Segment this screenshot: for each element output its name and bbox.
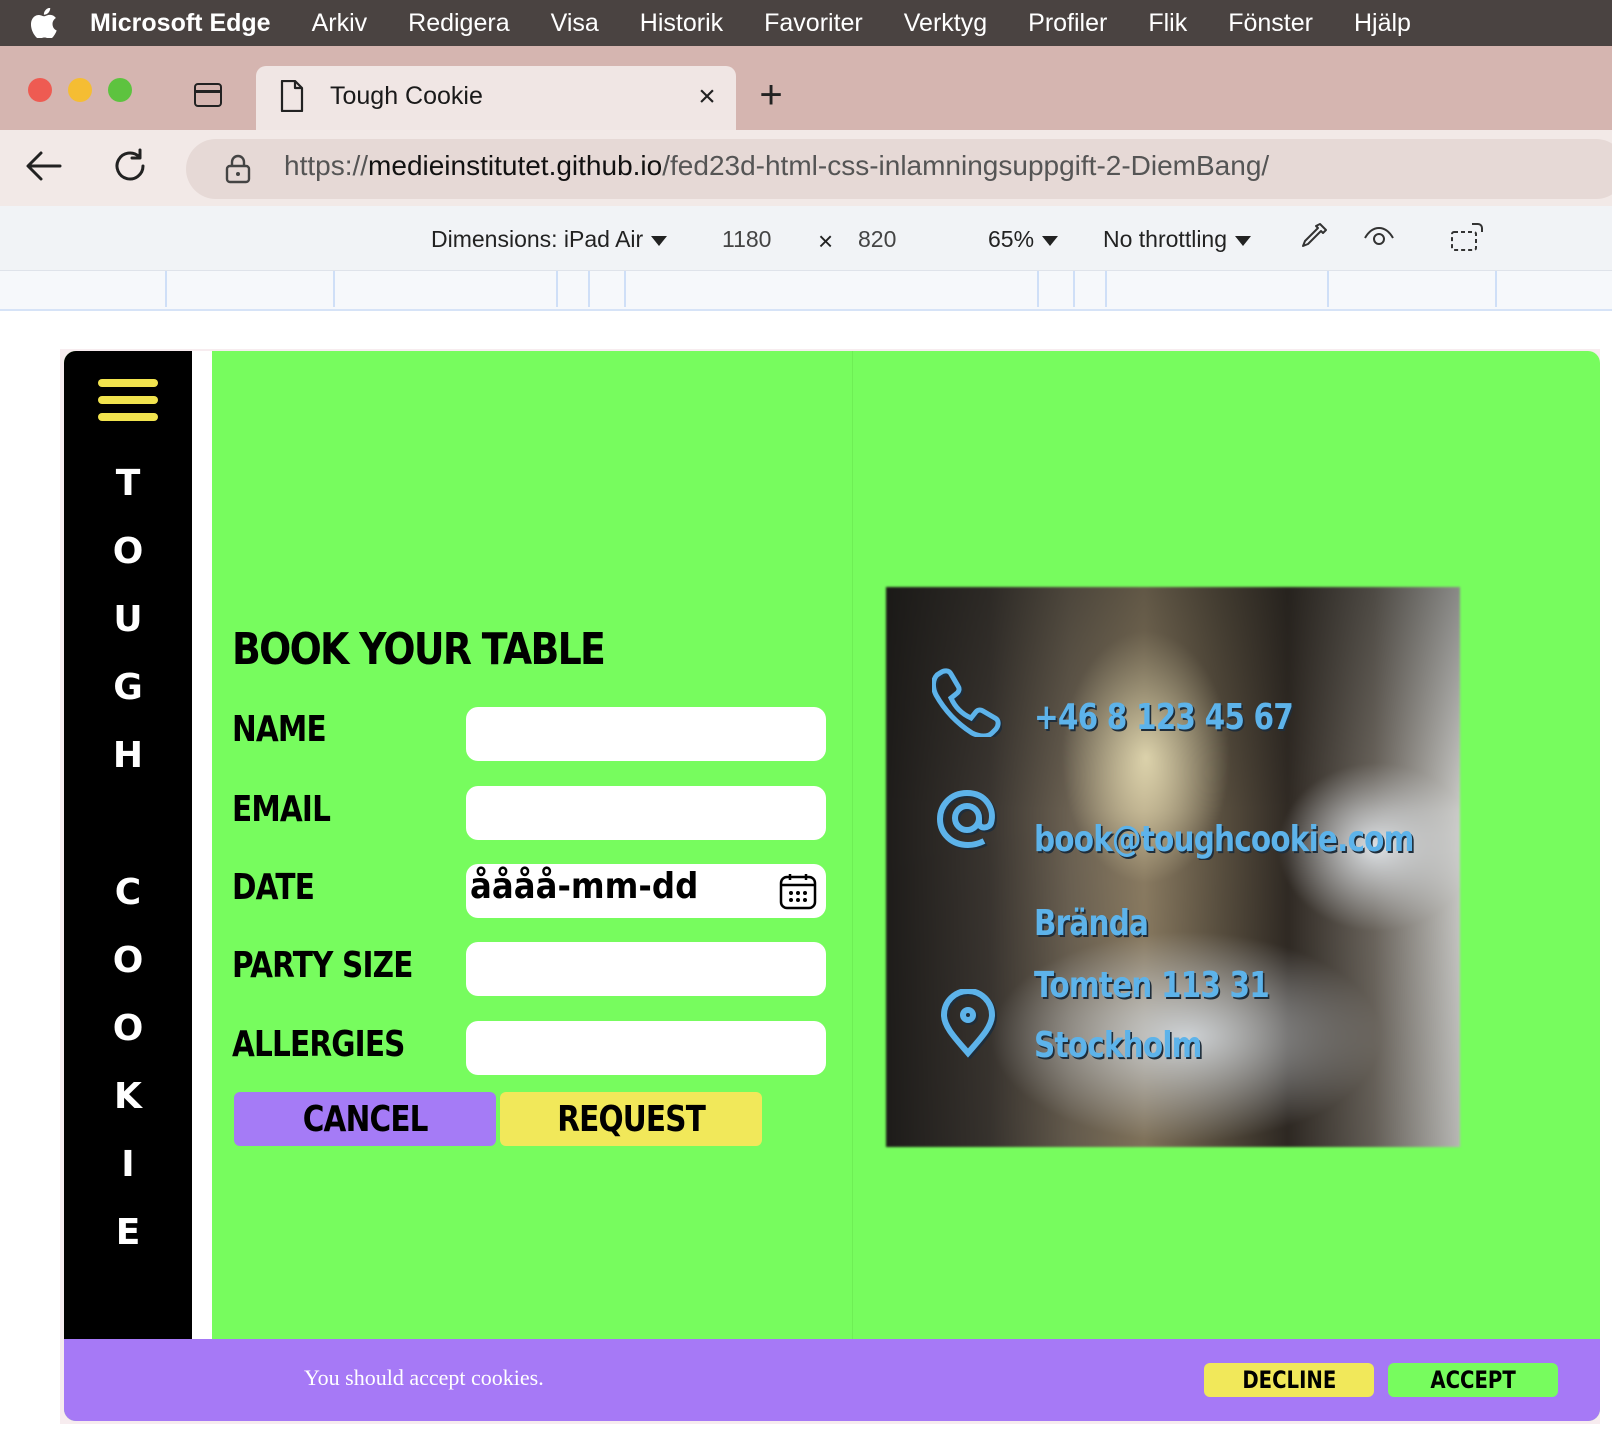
- back-arrow-icon[interactable]: [24, 146, 64, 186]
- address-line-3: Stockholm: [1034, 1025, 1202, 1066]
- accept-label: ACCEPT: [1430, 1366, 1516, 1394]
- sidebar-toggle-icon[interactable]: [194, 83, 222, 107]
- height-input[interactable]: 820: [858, 226, 896, 253]
- reload-icon[interactable]: [110, 146, 150, 186]
- close-window-button[interactable]: [28, 78, 52, 102]
- brand-sidebar: T O U G H C O O K I E: [64, 351, 192, 1339]
- decline-label: DECLINE: [1241, 1366, 1336, 1394]
- caret-down-icon: [1235, 235, 1252, 246]
- email-label: EMAIL: [232, 789, 331, 830]
- menu-historik[interactable]: Historik: [640, 9, 723, 38]
- menu-hjalp[interactable]: Hjälp: [1354, 9, 1411, 38]
- url-host: medieinstitutet.github.io: [368, 150, 663, 181]
- menu-app-name[interactable]: Microsoft Edge: [90, 9, 271, 38]
- dimension-times: ×: [818, 226, 834, 256]
- cancel-button-label: CANCEL: [302, 1098, 429, 1140]
- name-label: NAME: [232, 709, 327, 750]
- hamburger-menu-icon[interactable]: [98, 379, 158, 425]
- menu-arkiv[interactable]: Arkiv: [312, 9, 368, 38]
- throttling-label: No throttling: [1103, 226, 1228, 252]
- url-prefix: https://: [284, 150, 369, 181]
- at-sign-icon: [936, 789, 997, 851]
- zoom-dropdown[interactable]: 65%: [988, 226, 1059, 253]
- contact-phone[interactable]: +46 8 123 45 67: [1034, 697, 1294, 738]
- menu-flik[interactable]: Flik: [1148, 9, 1187, 38]
- location-pin-icon: [940, 989, 998, 1059]
- brand-letter: H: [112, 735, 144, 776]
- brand-letter: T: [115, 463, 141, 504]
- decline-cookies-button[interactable]: DECLINE: [1204, 1363, 1374, 1397]
- caret-down-icon: [651, 235, 668, 246]
- caret-down-icon: [1042, 235, 1059, 246]
- allergies-label: ALLERGIES: [232, 1024, 405, 1065]
- allergies-field[interactable]: [466, 1021, 826, 1075]
- date-label: DATE: [232, 867, 315, 908]
- url-text[interactable]: https://medieinstitutet.github.io/fed23d…: [284, 150, 1269, 182]
- brand-letter: C: [114, 872, 142, 913]
- dimensions-label: Dimensions: iPad Air: [431, 226, 644, 252]
- cookie-message: You should accept cookies.: [304, 1365, 544, 1390]
- accept-cookies-button[interactable]: ACCEPT: [1388, 1363, 1558, 1397]
- column-divider: [852, 351, 853, 1339]
- phone-icon: [932, 668, 1002, 737]
- zoom-label: 65%: [988, 226, 1035, 252]
- rotate-device-icon[interactable]: [1450, 220, 1484, 254]
- close-tab-icon[interactable]: ×: [692, 82, 722, 112]
- email-field[interactable]: [466, 786, 826, 840]
- name-field[interactable]: [466, 707, 826, 761]
- address-line-1: Brända: [1034, 903, 1149, 944]
- tough-cookie-page: T O U G H C O O K I E BOOK YOUR TABLE NA…: [64, 351, 1600, 1421]
- apple-logo-icon[interactable]: [24, 0, 64, 46]
- new-tab-icon[interactable]: +: [754, 75, 788, 115]
- calendar-icon[interactable]: [778, 871, 818, 911]
- contact-email[interactable]: book@toughcookie.com: [1034, 819, 1414, 860]
- page-title: BOOK YOUR TABLE: [232, 624, 606, 675]
- party-size-label: PARTY SIZE: [232, 945, 413, 986]
- address-line-2: Tomten 113 31: [1034, 965, 1270, 1006]
- url-path: /fed23d-html-css-inlamningsuppgift-2-Die…: [662, 150, 1270, 181]
- cancel-button[interactable]: CANCEL: [234, 1092, 496, 1146]
- lock-icon[interactable]: [224, 154, 252, 184]
- menu-favoriter[interactable]: Favoriter: [764, 9, 863, 38]
- eye-icon[interactable]: [1362, 220, 1396, 254]
- width-input[interactable]: 1180: [722, 226, 771, 253]
- eyedropper-icon[interactable]: [1296, 220, 1330, 254]
- party-size-field[interactable]: [466, 942, 826, 996]
- dimensions-dropdown[interactable]: Dimensions: iPad Air: [431, 226, 668, 253]
- brand-letter: G: [113, 667, 143, 708]
- tab-tough-cookie[interactable]: Tough Cookie ×: [256, 66, 736, 130]
- menu-visa[interactable]: Visa: [551, 9, 599, 38]
- tab-title: Tough Cookie: [330, 82, 483, 110]
- menu-fonster[interactable]: Fönster: [1228, 9, 1313, 38]
- maximize-window-button[interactable]: [108, 78, 132, 102]
- document-icon: [280, 80, 304, 112]
- sidebar-edge: [192, 351, 212, 1339]
- minimize-window-button[interactable]: [68, 78, 92, 102]
- menu-profiler[interactable]: Profiler: [1028, 9, 1107, 38]
- cookie-banner: You should accept cookies. DECLINE ACCEP…: [64, 1339, 1600, 1421]
- menu-redigera[interactable]: Redigera: [408, 9, 509, 38]
- menu-verktyg[interactable]: Verktyg: [904, 9, 987, 38]
- brand-letter: E: [115, 1212, 141, 1253]
- brand-letter: U: [113, 599, 143, 640]
- brand-letter: O: [112, 1008, 144, 1049]
- tab-strip: [0, 46, 1612, 130]
- date-placeholder: åååå-mm-dd: [470, 866, 699, 907]
- brand-letter: I: [121, 1144, 135, 1185]
- request-button-label: REQUEST: [557, 1098, 706, 1140]
- request-button[interactable]: REQUEST: [500, 1092, 762, 1146]
- throttling-dropdown[interactable]: No throttling: [1103, 226, 1252, 253]
- brand-letter: O: [112, 531, 144, 572]
- media-query-ruler: [0, 271, 1612, 311]
- brand-letter: O: [112, 940, 144, 981]
- macos-menubar: Microsoft Edge Arkiv Redigera Visa Histo…: [0, 0, 1612, 46]
- brand-letter: K: [114, 1076, 142, 1117]
